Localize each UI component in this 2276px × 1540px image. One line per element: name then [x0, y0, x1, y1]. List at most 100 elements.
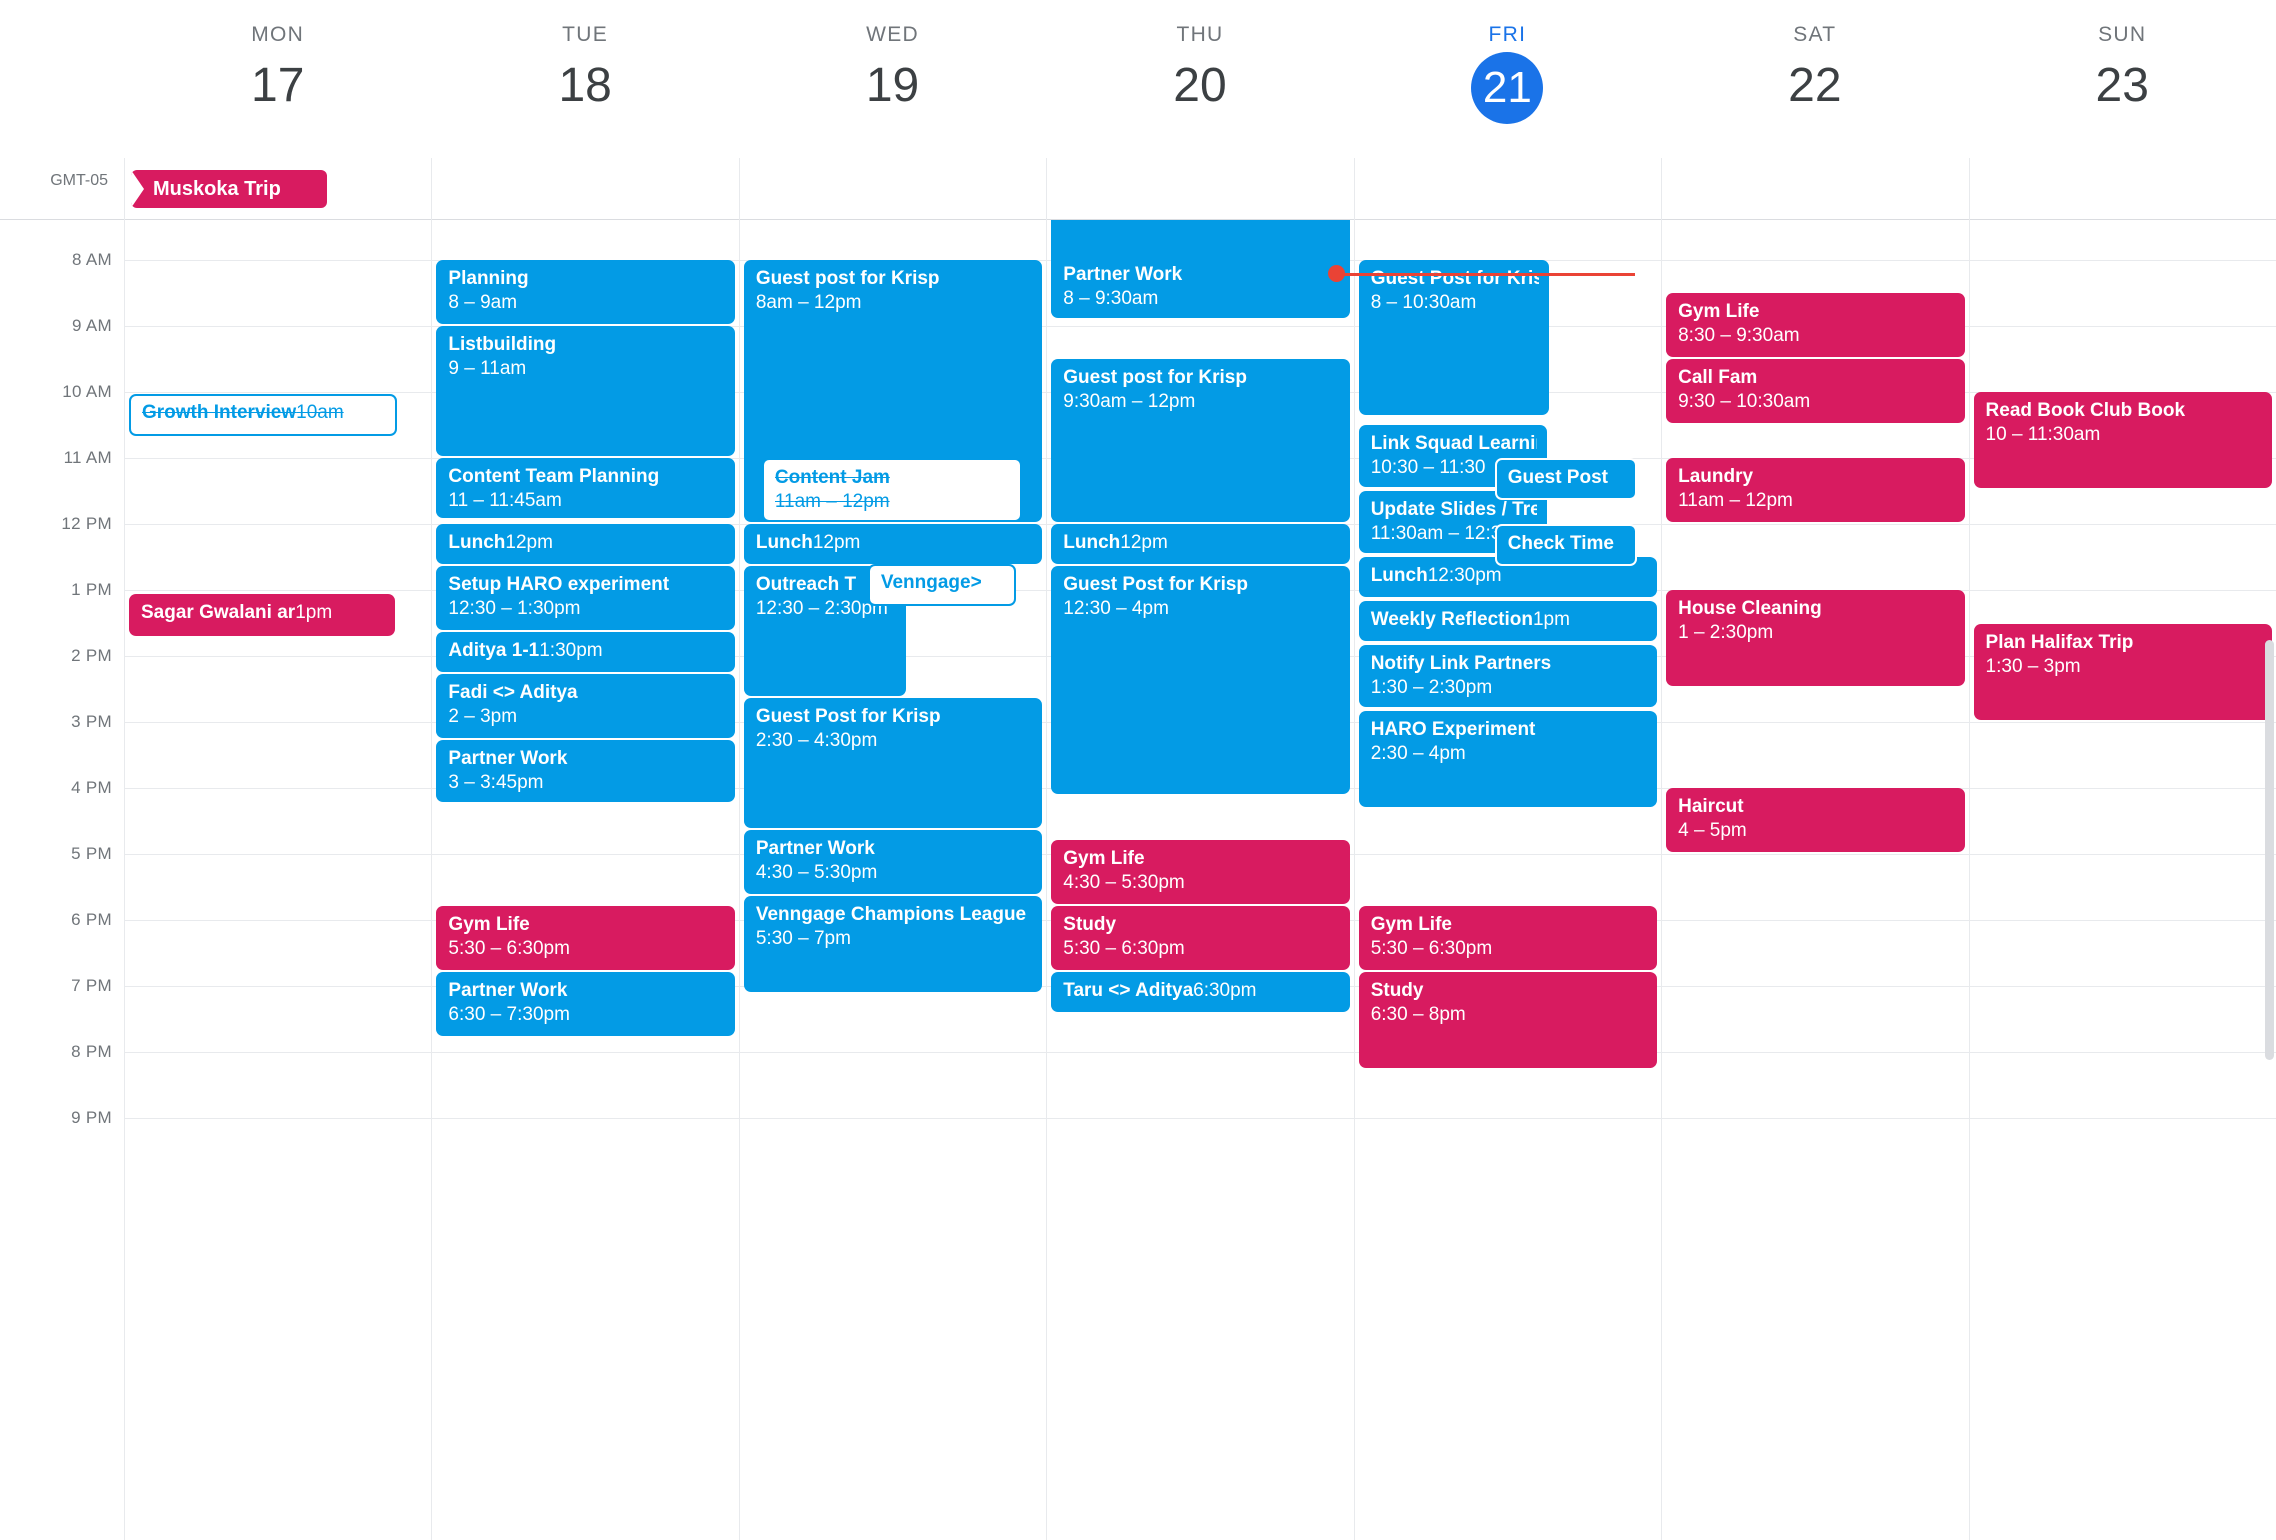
event-listbuilding[interactable]: Listbuilding 9 – 11am [436, 326, 735, 456]
event-time: 3 – 3:45pm [448, 771, 544, 793]
event-read-book-club-book[interactable]: Read Book Club Book 10 – 11:30am [1973, 392, 2272, 488]
event-growth-interview[interactable]: Growth Interview10am [129, 394, 397, 436]
day-header-sun[interactable]: SUN 23 [1969, 0, 2276, 158]
event-check-time-overlay[interactable]: Check Time [1494, 524, 1637, 566]
event-title: HARO Experiment [1370, 719, 1536, 740]
event-weekly-reflection[interactable]: Weekly Reflection1pm [1358, 601, 1658, 641]
day-header-wed[interactable]: WED 19 [739, 0, 1046, 158]
event-venngage-champions-league[interactable]: Venngage Champions League 5:30 – 7pm [743, 896, 1043, 992]
event-guest-post-fri-overlay[interactable]: Guest Post [1494, 458, 1637, 500]
day-column-fri[interactable]: Guest Post for Krisp 8 – 10:30am Link Sq… [1353, 220, 1661, 1540]
event-time: 1:30pm [539, 640, 603, 661]
event-title: Check Time [1507, 533, 1614, 554]
event-gym-life-fri[interactable]: Gym Life 5:30 – 6:30pm [1358, 906, 1658, 970]
day-number-label[interactable]: 18 [431, 54, 738, 118]
event-content-jam[interactable]: Content Jam 11am – 12pm [761, 458, 1023, 522]
all-day-cell-thu[interactable] [1046, 158, 1353, 220]
event-title: Venngage Champions League [755, 904, 1027, 925]
event-partner-work-thu[interactable]: Partner Work 8 – 9:30am [1051, 220, 1350, 318]
hour-label-9am: 9 AM [72, 316, 112, 335]
day-number-label[interactable]: 19 [739, 54, 1046, 118]
event-gym-life-tue[interactable]: Gym Life 5:30 – 6:30pm [436, 906, 735, 970]
hour-label-11am: 11 AM [63, 448, 112, 467]
day-column-sun[interactable]: Read Book Club Book 10 – 11:30am Plan Ha… [1968, 220, 2276, 1540]
day-column-tue[interactable]: Planning 8 – 9am Listbuilding 9 – 11am C… [431, 220, 738, 1540]
event-aditya-1-1[interactable]: Aditya 1-11:30pm [436, 632, 735, 672]
event-partner-work-tue-630pm[interactable]: Partner Work 6:30 – 7:30pm [436, 972, 735, 1036]
all-day-cell-fri[interactable] [1353, 158, 1661, 220]
event-plan-halifax-trip[interactable]: Plan Halifax Trip 1:30 – 3pm [1973, 624, 2272, 720]
day-header-tue[interactable]: TUE 18 [431, 0, 738, 158]
calendar-grid: 8 AM 9 AM 10 AM 11 AM 12 PM 1 PM 2 PM 3 … [0, 220, 2276, 1540]
event-house-cleaning[interactable]: House Cleaning 1 – 2:30pm [1666, 590, 1965, 686]
all-day-cell-wed[interactable] [738, 158, 1046, 220]
event-gym-life-sat[interactable]: Gym Life 8:30 – 9:30am [1666, 293, 1965, 357]
event-time: 1pm [1532, 609, 1570, 630]
day-header-fri-today[interactable]: FRI 21 [1354, 0, 1661, 158]
day-column-wed[interactable]: Guest post for Krisp 8am – 12pm Content … [738, 220, 1046, 1540]
event-title: Lunch [448, 532, 506, 553]
event-guest-post-for-krisp-fri[interactable]: Guest Post for Krisp 8 – 10:30am [1358, 260, 1549, 415]
hour-label-12pm: 12 PM [61, 514, 112, 533]
event-study-fri[interactable]: Study 6:30 – 8pm [1358, 972, 1658, 1068]
event-venngage[interactable]: Venngage> [867, 564, 1016, 606]
event-time: 1:30 – 3pm [1985, 655, 2081, 677]
event-guest-post-for-krisp-thu-pm[interactable]: Guest Post for Krisp 12:30 – 4pm [1051, 566, 1350, 794]
event-call-fam[interactable]: Call Fam 9:30 – 10:30am [1666, 359, 1965, 423]
event-study-thu[interactable]: Study 5:30 – 6:30pm [1051, 906, 1350, 970]
vertical-scrollbar-thumb[interactable] [2265, 640, 2274, 1060]
all-day-event-muskoka-trip[interactable]: Muskoka Trip [131, 170, 327, 208]
day-number-label[interactable]: 20 [1046, 54, 1353, 118]
event-laundry[interactable]: Laundry 11am – 12pm [1666, 458, 1965, 522]
event-title: Lunch [1370, 565, 1428, 586]
event-partner-work-wed[interactable]: Partner Work 4:30 – 5:30pm [743, 830, 1043, 894]
event-guest-post-for-krisp-wed-pm[interactable]: Guest Post for Krisp 2:30 – 4:30pm [743, 698, 1043, 828]
event-time: 2:30 – 4pm [1370, 742, 1466, 764]
event-guest-post-for-krisp-thu-am[interactable]: Guest post for Krisp 9:30am – 12pm [1051, 359, 1350, 522]
day-number-label-today[interactable]: 21 [1471, 52, 1544, 124]
event-time: 10am [296, 402, 344, 423]
event-content-team-planning[interactable]: Content Team Planning 11 – 11:45am [436, 458, 735, 518]
day-header-mon[interactable]: MON 17 [124, 0, 431, 158]
event-setup-haro-experiment[interactable]: Setup HARO experiment 12:30 – 1:30pm [436, 566, 735, 630]
event-title: Guest post for Krisp [1063, 367, 1247, 388]
all-day-cell-mon[interactable]: Muskoka Trip [124, 158, 431, 220]
event-title: Haircut [1678, 796, 1744, 817]
event-gym-life-thu[interactable]: Gym Life 4:30 – 5:30pm [1051, 840, 1350, 904]
event-notify-link-partners[interactable]: Notify Link Partners 1:30 – 2:30pm [1358, 645, 1658, 707]
event-fadi-aditya[interactable]: Fadi <> Aditya 2 – 3pm [436, 674, 735, 738]
event-lunch-tue[interactable]: Lunch12pm [436, 524, 735, 564]
event-title: Guest post for Krisp [755, 268, 940, 289]
day-column-mon[interactable]: Growth Interview10am Sagar Gwalani ar1pm [124, 220, 431, 1540]
day-number-label[interactable]: 23 [1969, 54, 2276, 118]
day-header-sat[interactable]: SAT 22 [1661, 0, 1968, 158]
day-header-thu[interactable]: THU 20 [1046, 0, 1353, 158]
event-time: 1 – 2:30pm [1678, 621, 1774, 643]
event-planning[interactable]: Planning 8 – 9am [436, 260, 735, 324]
day-column-thu[interactable]: Partner Work 8 – 9:30am Guest post for K… [1046, 220, 1353, 1540]
event-partner-work-tue-3pm[interactable]: Partner Work 3 – 3:45pm [436, 740, 735, 802]
event-time: 9 – 11am [448, 357, 527, 379]
event-taru-aditya[interactable]: Taru <> Aditya6:30pm [1051, 972, 1350, 1012]
all-day-cell-tue[interactable] [431, 158, 738, 220]
event-lunch-wed[interactable]: Lunch12pm [743, 524, 1043, 564]
event-time: 5:30 – 6:30pm [448, 937, 570, 959]
timezone-label: GMT-05 [50, 172, 108, 189]
event-haro-experiment[interactable]: HARO Experiment 2:30 – 4pm [1358, 711, 1658, 807]
day-column-sat[interactable]: Gym Life 8:30 – 9:30am Call Fam 9:30 – 1… [1661, 220, 1968, 1540]
event-lunch-thu[interactable]: Lunch12pm [1051, 524, 1350, 564]
day-number-label[interactable]: 17 [124, 54, 431, 118]
event-title: Partner Work [448, 980, 568, 1001]
event-time: 11 – 11:45am [448, 489, 562, 511]
all-day-cell-sat[interactable] [1661, 158, 1968, 220]
event-time: 6:30pm [1193, 980, 1257, 1001]
event-time: 12pm [1120, 532, 1168, 553]
day-number-label[interactable]: 22 [1661, 54, 1968, 118]
event-time: 5:30 – 6:30pm [1063, 937, 1185, 959]
event-haircut[interactable]: Haircut 4 – 5pm [1666, 788, 1965, 852]
event-sagar-gwalani[interactable]: Sagar Gwalani ar1pm [129, 594, 395, 636]
hour-label-7pm: 7 PM [71, 976, 112, 995]
all-day-cell-sun[interactable] [1968, 158, 2276, 220]
day-of-week-label: TUE [562, 23, 609, 46]
event-title: Fadi <> Aditya [448, 682, 578, 703]
